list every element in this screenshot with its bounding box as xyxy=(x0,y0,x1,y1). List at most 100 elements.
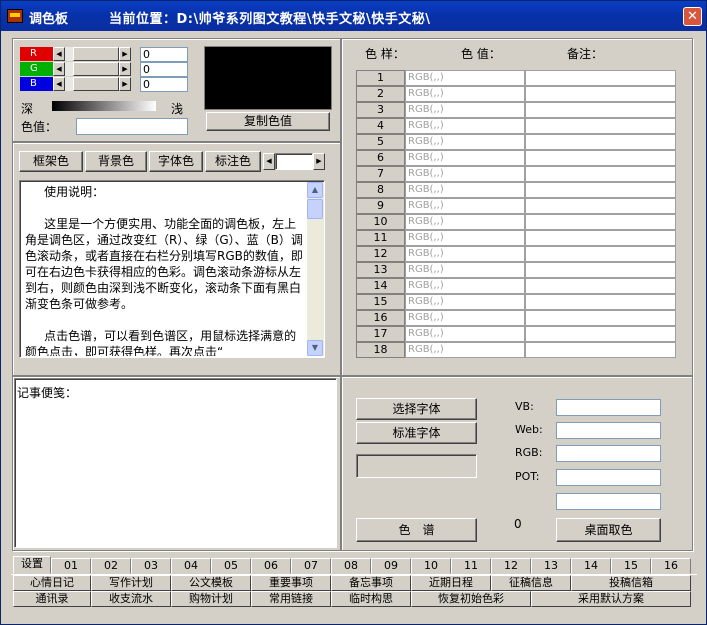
channel-r-thumb[interactable] xyxy=(73,47,119,61)
swatch-rgb-value[interactable]: RGB(,,) xyxy=(405,310,525,326)
tab-03[interactable]: 03 xyxy=(131,558,171,574)
field-input-1[interactable] xyxy=(556,399,661,416)
swatch-note[interactable] xyxy=(525,214,676,230)
swatch-rgb-value[interactable]: RGB(,,) xyxy=(405,166,525,182)
shortcut-row2-3[interactable]: 购物计划 xyxy=(171,591,251,607)
scroll-up-icon[interactable]: ▲ xyxy=(307,182,323,198)
choose-font-button[interactable]: 选择字体 xyxy=(356,398,477,420)
target-button-2[interactable]: 背景色 xyxy=(85,151,147,172)
swatch-rgb-value[interactable]: RGB(,,) xyxy=(405,86,525,102)
channel-r-left-arrow[interactable]: ◀ xyxy=(53,47,65,61)
swatch-note[interactable] xyxy=(525,262,676,278)
swatch-note[interactable] xyxy=(525,166,676,182)
swatch-rgb-value[interactable]: RGB(,,) xyxy=(405,342,525,358)
swatch-note[interactable] xyxy=(525,246,676,262)
field-input-2[interactable] xyxy=(556,422,661,439)
swatch-number[interactable]: 16 xyxy=(356,310,405,326)
tab-01[interactable]: 01 xyxy=(51,558,91,574)
swatch-rgb-value[interactable]: RGB(,,) xyxy=(405,134,525,150)
swatch-number[interactable]: 5 xyxy=(356,134,405,150)
swatch-rgb-value[interactable]: RGB(,,) xyxy=(405,326,525,342)
swatch-number[interactable]: 15 xyxy=(356,294,405,310)
swatch-rgb-value[interactable]: RGB(,,) xyxy=(405,278,525,294)
swatch-rgb-value[interactable]: RGB(,,) xyxy=(405,182,525,198)
swatch-note[interactable] xyxy=(525,182,676,198)
notes-box[interactable] xyxy=(14,378,337,548)
swatch-number[interactable]: 6 xyxy=(356,150,405,166)
tab-09[interactable]: 09 xyxy=(371,558,411,574)
scroll-down-icon[interactable]: ▼ xyxy=(307,340,323,356)
swatch-rgb-value[interactable]: RGB(,,) xyxy=(405,150,525,166)
swatch-note[interactable] xyxy=(525,342,676,358)
shortcut-7[interactable]: 征稿信息 xyxy=(491,575,571,591)
swatch-number[interactable]: 4 xyxy=(356,118,405,134)
tab-04[interactable]: 04 xyxy=(171,558,211,574)
swatch-note[interactable] xyxy=(525,150,676,166)
shortcut-3[interactable]: 公文模板 xyxy=(171,575,251,591)
swatch-note[interactable] xyxy=(525,118,676,134)
swatch-number[interactable]: 1 xyxy=(356,70,405,86)
channel-b-left-arrow[interactable]: ◀ xyxy=(53,77,65,91)
swatch-number[interactable]: 18 xyxy=(356,342,405,358)
swatch-number[interactable]: 11 xyxy=(356,230,405,246)
swatch-rgb-value[interactable]: RGB(,,) xyxy=(405,230,525,246)
swatch-number[interactable]: 14 xyxy=(356,278,405,294)
swatch-note[interactable] xyxy=(525,70,676,86)
swatch-number[interactable]: 2 xyxy=(356,86,405,102)
channel-g-left-arrow[interactable]: ◀ xyxy=(53,62,65,76)
tab-12[interactable]: 12 xyxy=(491,558,531,574)
tab-13[interactable]: 13 xyxy=(531,558,571,574)
spectrum-button[interactable]: 色 谱 xyxy=(356,518,477,542)
close-button[interactable]: ✕ xyxy=(683,7,702,26)
tab-16[interactable]: 16 xyxy=(651,558,691,574)
shortcut-2[interactable]: 写作计划 xyxy=(91,575,171,591)
tab-07[interactable]: 07 xyxy=(291,558,331,574)
swatch-rgb-value[interactable]: RGB(,,) xyxy=(405,70,525,86)
target-scroll-right[interactable]: ▶ xyxy=(313,153,325,170)
swatch-rgb-value[interactable]: RGB(,,) xyxy=(405,214,525,230)
shortcut-1[interactable]: 心情日记 xyxy=(13,575,91,591)
channel-g-right-arrow[interactable]: ▶ xyxy=(119,62,131,76)
tab-settings[interactable]: 设置 xyxy=(13,556,51,574)
swatch-rgb-value[interactable]: RGB(,,) xyxy=(405,294,525,310)
field-input-5[interactable] xyxy=(556,493,661,510)
swatch-number[interactable]: 9 xyxy=(356,198,405,214)
tab-08[interactable]: 08 xyxy=(331,558,371,574)
channel-b-right-arrow[interactable]: ▶ xyxy=(119,77,131,91)
channel-r-right-arrow[interactable]: ▶ xyxy=(119,47,131,61)
swatch-rgb-value[interactable]: RGB(,,) xyxy=(405,262,525,278)
scroll-thumb[interactable] xyxy=(307,199,323,219)
shortcut-row2-7[interactable]: 采用默认方案 xyxy=(531,591,691,607)
target-button-4[interactable]: 标注色 xyxy=(205,151,261,172)
tab-10[interactable]: 10 xyxy=(411,558,451,574)
shortcut-5[interactable]: 备忘事项 xyxy=(331,575,411,591)
swatch-number[interactable]: 7 xyxy=(356,166,405,182)
swatch-number[interactable]: 17 xyxy=(356,326,405,342)
swatch-note[interactable] xyxy=(525,134,676,150)
swatch-note[interactable] xyxy=(525,230,676,246)
swatch-note[interactable] xyxy=(525,102,676,118)
copy-color-button[interactable]: 复制色值 xyxy=(206,112,330,131)
swatch-number[interactable]: 12 xyxy=(356,246,405,262)
tab-11[interactable]: 11 xyxy=(451,558,491,574)
shortcut-row2-1[interactable]: 通讯录 xyxy=(13,591,91,607)
tab-14[interactable]: 14 xyxy=(571,558,611,574)
color-value-input[interactable] xyxy=(76,118,188,135)
shortcut-4[interactable]: 重要事项 xyxy=(251,575,331,591)
swatch-number[interactable]: 8 xyxy=(356,182,405,198)
desktop-pick-button[interactable]: 桌面取色 xyxy=(556,518,661,542)
target-button-3[interactable]: 字体色 xyxy=(149,151,203,172)
shortcut-row2-6[interactable]: 恢复初始色彩 xyxy=(411,591,531,607)
swatch-rgb-value[interactable]: RGB(,,) xyxy=(405,198,525,214)
channel-b-value[interactable]: 0 xyxy=(140,77,188,92)
swatch-note[interactable] xyxy=(525,86,676,102)
swatch-note[interactable] xyxy=(525,310,676,326)
shortcut-row2-5[interactable]: 临时构思 xyxy=(331,591,411,607)
tab-15[interactable]: 15 xyxy=(611,558,651,574)
shortcut-8[interactable]: 投稿信箱 xyxy=(571,575,691,591)
swatch-note[interactable] xyxy=(525,278,676,294)
channel-g-thumb[interactable] xyxy=(73,62,119,76)
shortcut-row2-2[interactable]: 收支流水 xyxy=(91,591,171,607)
swatch-rgb-value[interactable]: RGB(,,) xyxy=(405,246,525,262)
swatch-number[interactable]: 13 xyxy=(356,262,405,278)
